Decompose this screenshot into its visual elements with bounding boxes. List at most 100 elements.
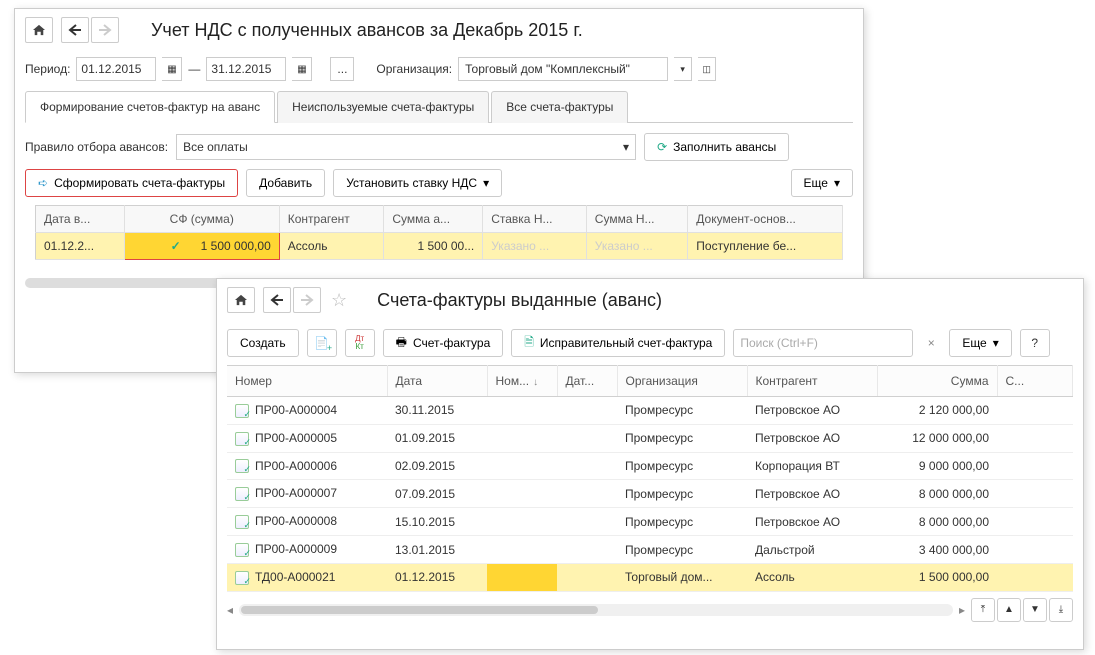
search-clear-button[interactable]: × [921,336,941,350]
more-button[interactable]: Еще ▾ [949,329,1011,357]
tab-formation[interactable]: Формирование счетов-фактур на аванс [25,91,275,123]
period-label: Период: [25,62,70,76]
forward-button[interactable] [91,17,119,43]
table-row[interactable]: ПР00-А00000430.11.2015ПромресурсПетровск… [227,397,1073,425]
col-contractor[interactable]: Контрагент [279,206,384,233]
chevron-down-icon: ▾ [993,336,999,350]
calendar-icon[interactable]: ▦ [162,57,182,81]
tab-unused[interactable]: Неиспользуемые счета-фактуры [277,91,489,123]
goto-bottom-button[interactable]: ⤓ [1049,598,1073,622]
cell-number: ПР00-А000005 [227,424,387,452]
cell-dat [557,508,617,536]
arrow-right-icon: ➪ [38,176,48,190]
cell-contractor: Петровское АО [747,424,877,452]
col-sum[interactable]: Сумма [877,366,997,397]
cell-nom [487,563,557,591]
fill-label: Заполнить авансы [673,140,776,154]
cell-extra [997,397,1073,425]
cell-sum-n: Указано ... [586,233,688,260]
cell-rate: Указано ... [483,233,587,260]
goto-up-button[interactable]: ▲ [997,598,1021,622]
cell-dat [557,452,617,480]
cell-nom [487,508,557,536]
scroll-left-icon[interactable]: ◂ [227,603,233,617]
correction-invoice-button[interactable]: 🗎 Исправительный счет-фактура [511,329,725,357]
goto-top-button[interactable]: ⤒ [971,598,995,622]
print-invoice-button[interactable]: 🖶 Счет-фактура [383,329,504,357]
cell-org: Промресурс [617,508,747,536]
more-label: Еще [962,336,986,350]
fill-advances-button[interactable]: ⟳ Заполнить авансы [644,133,789,161]
col-sum-n[interactable]: Сумма Н... [586,206,688,233]
form-invoices-button[interactable]: ➪ Сформировать счета-фактуры [25,169,238,197]
table-row[interactable]: ПР00-А00000602.09.2015ПромресурсКорпорац… [227,452,1073,480]
col-rate[interactable]: Ставка Н... [483,206,587,233]
document-icon [235,459,249,473]
help-button[interactable]: ? [1020,329,1050,357]
home-button[interactable] [25,17,53,43]
col-org[interactable]: Организация [617,366,747,397]
table-row[interactable]: ПР00-А00000707.09.2015ПромресурсПетровск… [227,480,1073,508]
tab-all[interactable]: Все счета-фактуры [491,91,628,123]
nav-buttons: ⤒ ▲ ▼ ⤓ [971,598,1073,622]
cell-extra [997,424,1073,452]
period-from-input[interactable]: 01.12.2015 [76,57,156,81]
table-row[interactable]: ПР00-А00000913.01.2015ПромресурсДальстро… [227,536,1073,564]
cell-date: 15.10.2015 [387,508,487,536]
period-dialog-button[interactable]: ... [330,57,354,81]
org-open-icon[interactable]: ◫ [698,57,716,81]
sf-sum-value: 1 500 000,00 [201,239,271,253]
col-doc[interactable]: Документ-основ... [688,206,843,233]
org-input[interactable]: Торговый дом "Комплексный" [458,57,668,81]
calendar-icon[interactable]: ▦ [292,57,312,81]
col-contractor[interactable]: Контрагент [747,366,877,397]
col-number[interactable]: Номер [227,366,387,397]
cell-extra [997,563,1073,591]
org-dropdown-icon[interactable]: ▾ [674,57,692,81]
cell-dat [557,397,617,425]
back-button[interactable] [61,17,89,43]
cell-nom [487,397,557,425]
col-sum-a[interactable]: Сумма а... [384,206,483,233]
home-button[interactable] [227,287,255,313]
col-date[interactable]: Дата [387,366,487,397]
chevron-down-icon: ▾ [834,176,840,190]
search-input[interactable]: Поиск (Ctrl+F) [733,329,913,357]
create-button[interactable]: Создать [227,329,299,357]
forward-button[interactable] [293,287,321,313]
table-row[interactable]: ПР00-А00000501.09.2015ПромресурсПетровск… [227,424,1073,452]
col-extra[interactable]: С... [997,366,1073,397]
cell-org: Промресурс [617,480,747,508]
table-row[interactable]: ПР00-А00000815.10.2015ПромресурсПетровск… [227,508,1073,536]
table-row[interactable]: ТД00-А00002101.12.2015Торговый дом...Асс… [227,563,1073,591]
titlebar: ☆ Счета-фактуры выданные (аванс) [217,279,1083,321]
document-icon [235,515,249,529]
rule-select[interactable]: Все оплаты ▾ [176,134,636,160]
document-icon [235,487,249,501]
col-nom[interactable]: Ном...↓ [487,366,557,397]
col-date[interactable]: Дата в... [36,206,125,233]
copy-button[interactable]: 📄+ [307,329,337,357]
period-to-input[interactable]: 31.12.2015 [206,57,286,81]
add-button[interactable]: Добавить [246,169,325,197]
dtkt-button[interactable]: ДтКт [345,329,375,357]
params-row: Период: 01.12.2015 ▦ — 31.12.2015 ▦ ... … [15,51,863,87]
cell-date: 30.11.2015 [387,397,487,425]
set-vat-rate-button[interactable]: Установить ставку НДС ▾ [333,169,502,197]
period-sep: — [188,62,200,76]
more-button[interactable]: Еще ▾ [791,169,853,197]
horizontal-scrollbar[interactable] [239,604,953,616]
cell-contractor: Петровское АО [747,508,877,536]
back-button[interactable] [263,287,291,313]
col-sf-sum[interactable]: СФ (сумма) [124,206,279,233]
cell-sf-sum: ✓ 1 500 000,00 [124,233,279,260]
chevron-down-icon: ▾ [623,140,629,154]
col-dat[interactable]: Дат... [557,366,617,397]
table-row[interactable]: 01.12.2... ✓ 1 500 000,00 Ассоль 1 500 0… [36,233,843,260]
scroll-right-icon[interactable]: ▸ [959,603,965,617]
document-icon [235,404,249,418]
cell-contractor: Ассоль [279,233,384,260]
goto-down-button[interactable]: ▼ [1023,598,1047,622]
favorite-star-icon[interactable]: ☆ [331,290,347,311]
cell-org: Промресурс [617,536,747,564]
